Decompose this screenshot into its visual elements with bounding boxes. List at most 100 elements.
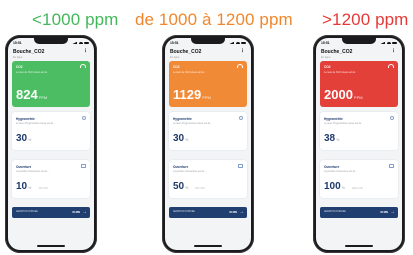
device-title: Bouche_CO2 [321, 49, 353, 55]
threshold-heading-low: <1000 ppm [32, 10, 119, 29]
forced-ventilation-duration: 00 MIN [380, 211, 388, 214]
status-time: 15:51 [321, 41, 330, 45]
window-icon [389, 164, 394, 168]
arrow-right-icon: → [239, 209, 244, 215]
ventilation-card[interactable]: Ouverture La position d'ouverture est de… [320, 160, 398, 198]
phone-mockup-medium: 15:51 Bouche_CO2 En ligne ⋮ CO2 Le taux … [162, 35, 254, 253]
device-status: En ligne [13, 56, 23, 59]
ventilation-flow: 10 m³/h [38, 186, 48, 190]
wifi-icon [78, 41, 83, 45]
more-menu-button[interactable]: ⋮ [240, 49, 245, 54]
battery-icon [84, 41, 89, 45]
wifi-icon [235, 41, 240, 45]
forced-ventilation-label: AERATION FORCÉE [173, 211, 195, 213]
forced-ventilation-button[interactable]: AERATION FORCÉE 00 MIN → [320, 207, 398, 218]
forced-ventilation-button[interactable]: AERATION FORCÉE 00 MIN → [12, 207, 90, 218]
ventilation-label: Ouverture [173, 165, 189, 169]
threshold-heading-medium: de 1000 à 1200 ppm [135, 10, 293, 29]
co2-card[interactable]: CO2 Le taux de CO2 relevé est de : 824PP… [12, 61, 90, 107]
ventilation-label: Ouverture [324, 165, 340, 169]
co2-label: CO2 [324, 65, 331, 69]
ventilation-card[interactable]: Ouverture La position d'ouverture est de… [12, 160, 90, 198]
co2-description: Le taux de CO2 relevé est de : [16, 71, 49, 74]
forced-ventilation-button[interactable]: AERATION FORCÉE 00 MIN → [169, 207, 247, 218]
ventilation-flow: 100 m³/h [351, 186, 363, 190]
home-indicator [194, 245, 222, 247]
forced-ventilation-duration: 00 MIN [229, 211, 237, 214]
phone-screen: 15:51 Bouche_CO2 En ligne ⋮ CO2 Le taux … [316, 38, 402, 250]
co2-card[interactable]: CO2 Le taux de CO2 relevé est de : 2000P… [320, 61, 398, 107]
humidity-card[interactable]: Hygrométrie Le taux d'hygrométrie relevé… [169, 112, 247, 150]
ventilation-description: La position d'ouverture est de : [324, 170, 357, 173]
gauge-icon [388, 64, 394, 68]
app-header: Bouche_CO2 En ligne ⋮ [170, 49, 246, 60]
co2-card[interactable]: CO2 Le taux de CO2 relevé est de : 1129P… [169, 61, 247, 107]
battery-icon [392, 41, 397, 45]
arrow-right-icon: → [390, 209, 395, 215]
humidity-card[interactable]: Hygrométrie Le taux d'hygrométrie relevé… [12, 112, 90, 150]
phone-screen: 15:51 Bouche_CO2 En ligne ⋮ CO2 Le taux … [165, 38, 251, 250]
ventilation-value: 10% 10 m³/h [16, 181, 48, 192]
humidity-label: Hygrométrie [173, 117, 192, 121]
threshold-heading-high: >1200 ppm [322, 10, 409, 29]
co2-unit: PPM [353, 95, 363, 100]
humidity-value: 38% [324, 133, 340, 144]
humidity-label: Hygrométrie [16, 117, 35, 121]
info-icon[interactable] [239, 116, 243, 120]
phone-notch [191, 38, 225, 44]
device-title: Bouche_CO2 [13, 49, 45, 55]
humidity-card[interactable]: Hygrométrie Le taux d'hygrométrie relevé… [320, 112, 398, 150]
signal-icon [229, 41, 234, 45]
info-icon[interactable] [390, 116, 394, 120]
status-time: 15:51 [170, 41, 179, 45]
co2-value: 2000PPM [324, 87, 363, 102]
humidity-description: Le taux d'hygrométrie relevé est de : [16, 122, 55, 125]
device-status: En ligne [321, 56, 331, 59]
phone-mockup-high: 15:51 Bouche_CO2 En ligne ⋮ CO2 Le taux … [313, 35, 405, 253]
ventilation-card[interactable]: Ouverture La position d'ouverture est de… [169, 160, 247, 198]
forced-ventilation-label: AERATION FORCÉE [324, 211, 346, 213]
ventilation-description: La position d'ouverture est de : [173, 170, 206, 173]
ventilation-description: La position d'ouverture est de : [16, 170, 49, 173]
app-header: Bouche_CO2 En ligne ⋮ [13, 49, 89, 60]
co2-label: CO2 [173, 65, 180, 69]
ventilation-value: 100% 100 m³/h [324, 181, 363, 192]
co2-unit: PPM [38, 95, 48, 100]
co2-label: CO2 [16, 65, 23, 69]
humidity-description: Le taux d'hygrométrie relevé est de : [173, 122, 212, 125]
phone-notch [34, 38, 68, 44]
ventilation-label: Ouverture [16, 165, 32, 169]
info-icon[interactable] [82, 116, 86, 120]
window-icon [81, 164, 86, 168]
humidity-value: 30% [16, 133, 32, 144]
humidity-value: 30% [173, 133, 189, 144]
forced-ventilation-duration: 00 MIN [72, 211, 80, 214]
co2-value: 1129PPM [173, 87, 211, 102]
forced-ventilation-label: AERATION FORCÉE [16, 211, 38, 213]
wifi-icon [386, 41, 391, 45]
device-status: En ligne [170, 56, 180, 59]
humidity-description: Le taux d'hygrométrie relevé est de : [324, 122, 363, 125]
gauge-icon [237, 64, 243, 68]
window-icon [238, 164, 243, 168]
co2-value: 824PPM [16, 87, 48, 102]
arrow-right-icon: → [82, 209, 87, 215]
ventilation-value: 50% 50 m³/h [173, 181, 205, 192]
signal-icon [72, 41, 77, 45]
humidity-label: Hygrométrie [324, 117, 343, 121]
device-title: Bouche_CO2 [170, 49, 202, 55]
more-menu-button[interactable]: ⋮ [391, 49, 396, 54]
more-menu-button[interactable]: ⋮ [83, 49, 88, 54]
app-header: Bouche_CO2 En ligne ⋮ [321, 49, 397, 60]
status-time: 15:51 [13, 41, 22, 45]
battery-icon [241, 41, 246, 45]
co2-description: Le taux de CO2 relevé est de : [173, 71, 206, 74]
gauge-icon [80, 64, 86, 68]
phone-screen: 15:51 Bouche_CO2 En ligne ⋮ CO2 Le taux … [8, 38, 94, 250]
co2-description: Le taux de CO2 relevé est de : [324, 71, 357, 74]
home-indicator [345, 245, 373, 247]
signal-icon [380, 41, 385, 45]
phone-mockup-low: 15:51 Bouche_CO2 En ligne ⋮ CO2 Le taux … [5, 35, 97, 253]
ventilation-flow: 50 m³/h [195, 186, 205, 190]
home-indicator [37, 245, 65, 247]
